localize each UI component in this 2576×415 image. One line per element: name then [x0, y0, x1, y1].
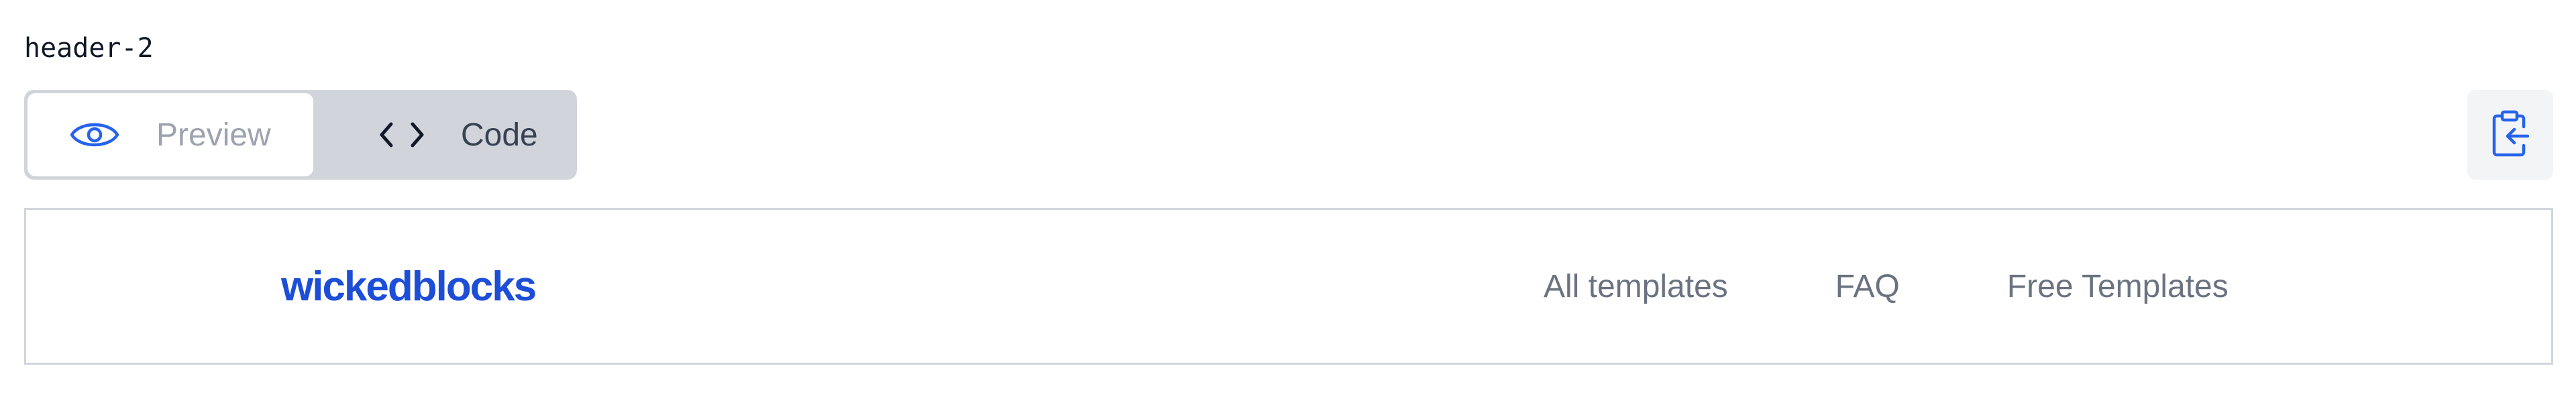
primary-nav: All templates FAQ Free Templates: [1544, 265, 2229, 309]
preview-frame: wickedblocks All templates FAQ Free Temp…: [24, 208, 2553, 365]
eye-icon: [69, 116, 120, 154]
nav-link-faq[interactable]: FAQ: [1835, 265, 1900, 309]
nav-link-all-templates[interactable]: All templates: [1544, 265, 1728, 309]
nav-link-free-templates[interactable]: Free Templates: [2007, 265, 2229, 309]
copy-code-button[interactable]: [2467, 90, 2553, 180]
brand-logo[interactable]: wickedblocks: [281, 263, 537, 310]
code-tab-label: Code: [461, 117, 538, 153]
preview-tab-label: Preview: [156, 117, 271, 153]
code-tab[interactable]: Code: [313, 90, 577, 180]
view-toggle: Preview Code: [24, 90, 577, 180]
preview-tab[interactable]: Preview: [28, 93, 313, 176]
clipboard-copy-icon: [2490, 109, 2530, 161]
code-brackets-icon: [378, 120, 426, 150]
block-title: header-2: [24, 33, 154, 64]
